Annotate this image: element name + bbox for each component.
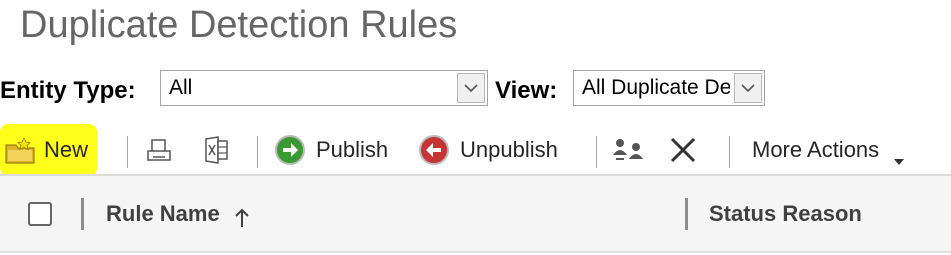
export-button[interactable] (200, 124, 230, 176)
grid-header: Rule Name Status Reason (0, 176, 951, 252)
page-title: Duplicate Detection Rules (20, 4, 458, 46)
column-header-rule-name[interactable]: Rule Name (106, 198, 250, 230)
view-label: View: (495, 77, 558, 104)
publish-label: Publish (316, 137, 389, 162)
new-record-icon (4, 135, 38, 165)
unpublish-label: Unpublish (460, 137, 558, 162)
select-all-checkbox[interactable] (28, 202, 52, 226)
print-button[interactable] (144, 124, 174, 176)
new-label: New (44, 137, 89, 162)
column-header-status-reason[interactable]: Status Reason (709, 198, 862, 230)
assign-button[interactable] (610, 124, 646, 176)
column-separator[interactable] (81, 198, 84, 230)
publish-button[interactable]: Publish (274, 124, 388, 176)
toolbar-separator (127, 136, 128, 168)
toolbar-separator (596, 136, 597, 168)
column-separator[interactable] (685, 198, 688, 230)
entity-type-value: All (169, 76, 193, 99)
column-label: Status Reason (709, 201, 862, 226)
entity-type-select[interactable]: All (160, 70, 488, 106)
view-value: All Duplicate De (582, 76, 730, 99)
grid-header-border (0, 251, 951, 253)
entity-type-label: Entity Type: (0, 77, 136, 104)
new-button[interactable]: New (4, 124, 88, 176)
delete-button[interactable] (668, 124, 698, 176)
command-bar: New Publish Unpublish More Actions (0, 124, 951, 176)
chevron-down-icon (893, 146, 905, 165)
more-actions-button[interactable]: More Actions (752, 124, 905, 176)
filter-row: Entity Type: All View: All Duplicate De (0, 70, 951, 110)
chevron-down-icon[interactable] (457, 73, 485, 103)
delete-icon (668, 135, 698, 165)
sort-ascending-icon (234, 205, 250, 228)
chevron-down-icon[interactable] (734, 73, 762, 103)
toolbar-separator (257, 136, 258, 168)
view-select[interactable]: All Duplicate De (573, 70, 765, 106)
toolbar-separator (729, 136, 730, 168)
print-icon (144, 135, 174, 165)
publish-icon (274, 134, 306, 166)
unpublish-icon (418, 134, 450, 166)
column-label: Rule Name (106, 201, 220, 226)
unpublish-button[interactable]: Unpublish (418, 124, 558, 176)
more-actions-label: More Actions (752, 137, 880, 162)
assign-icon (610, 135, 646, 165)
export-excel-icon (200, 135, 230, 165)
